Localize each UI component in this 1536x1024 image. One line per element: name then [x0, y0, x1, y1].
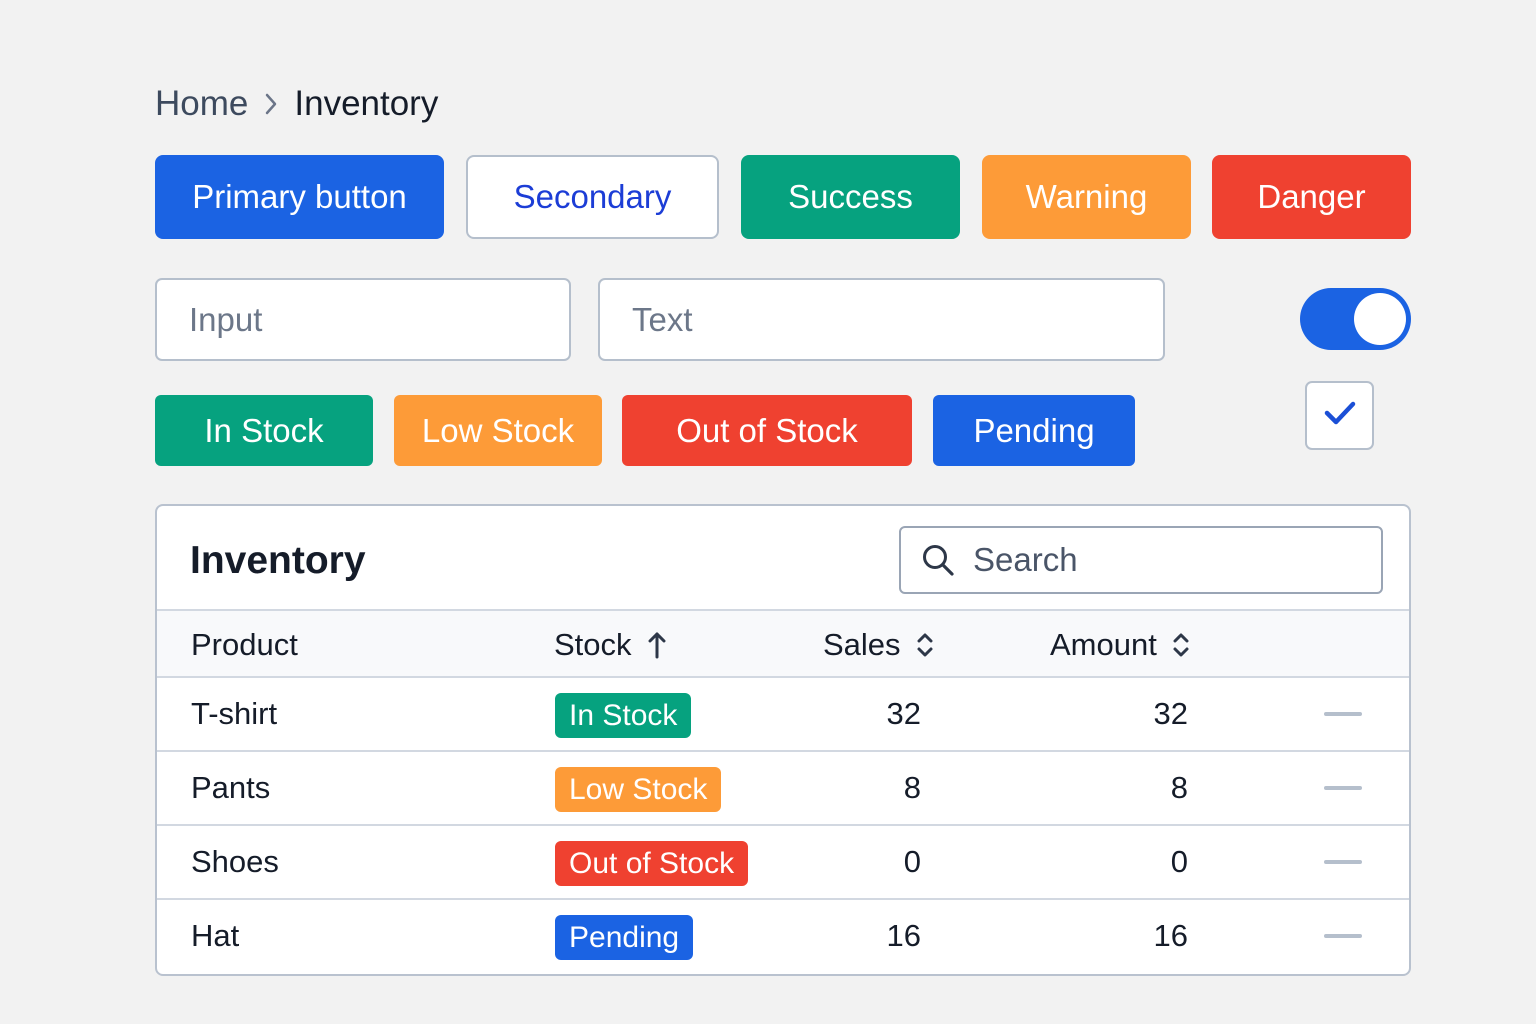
- status-badge: Low Stock: [555, 767, 722, 812]
- sales-cell: 16: [886, 918, 921, 953]
- status-chip-pending: Pending: [933, 395, 1135, 466]
- amount-cell: 0: [1170, 844, 1188, 879]
- column-header-sales[interactable]: Sales: [823, 611, 935, 678]
- chevron-right-icon: [264, 92, 278, 116]
- product-cell: Hat: [191, 918, 240, 953]
- inventory-card: Inventory Search Product Stock Sales Amo…: [155, 504, 1411, 976]
- table-header: Product Stock Sales Amount: [157, 609, 1409, 678]
- sales-cell: 8: [903, 770, 921, 805]
- product-cell: T-shirt: [191, 696, 278, 731]
- sort-icon: [917, 633, 933, 656]
- status-chip-low-stock: Low Stock: [394, 395, 602, 466]
- table-row: Shoes Out of Stock 0 0: [157, 826, 1409, 900]
- search-placeholder: Search: [973, 541, 1078, 578]
- check-icon: [1323, 399, 1357, 432]
- danger-button[interactable]: Danger: [1212, 155, 1411, 239]
- status-chip-in-stock: In Stock: [155, 395, 373, 466]
- column-header-amount[interactable]: Amount: [1050, 611, 1191, 678]
- breadcrumb-home[interactable]: Home: [155, 84, 248, 124]
- minus-icon[interactable]: [1324, 712, 1362, 716]
- card-title: Inventory: [190, 539, 366, 582]
- breadcrumb: Home Inventory: [155, 84, 438, 124]
- status-badge: Out of Stock: [555, 841, 749, 886]
- column-header-amount-label: Amount: [1050, 626, 1157, 662]
- toggle-switch[interactable]: [1300, 288, 1411, 350]
- status-badge: In Stock: [555, 693, 692, 738]
- amount-cell: 32: [1153, 696, 1188, 731]
- toggle-knob: [1354, 293, 1406, 345]
- column-header-stock[interactable]: Stock: [554, 611, 668, 678]
- amount-cell: 8: [1170, 770, 1188, 805]
- sort-icon: [1173, 633, 1189, 656]
- input-field[interactable]: [155, 278, 571, 361]
- product-cell: Pants: [191, 770, 271, 805]
- checkbox[interactable]: [1305, 381, 1374, 450]
- column-header-stock-label: Stock: [554, 626, 632, 662]
- success-button[interactable]: Success: [741, 155, 960, 239]
- status-chip-out-of-stock: Out of Stock: [622, 395, 912, 466]
- sales-cell: 32: [886, 696, 921, 731]
- minus-icon[interactable]: [1324, 786, 1362, 790]
- amount-cell: 16: [1153, 918, 1188, 953]
- breadcrumb-current: Inventory: [294, 84, 439, 123]
- minus-icon[interactable]: [1324, 934, 1362, 938]
- search-icon: [921, 543, 955, 577]
- secondary-button[interactable]: Secondary: [466, 155, 719, 239]
- primary-button[interactable]: Primary button: [155, 155, 444, 239]
- table-row: Hat Pending 16 16: [157, 900, 1409, 974]
- column-header-sales-label: Sales: [823, 626, 901, 662]
- product-cell: Shoes: [191, 844, 279, 879]
- warning-button[interactable]: Warning: [982, 155, 1191, 239]
- search-input[interactable]: Search: [899, 526, 1383, 594]
- column-header-product[interactable]: Product: [191, 611, 298, 678]
- table-row: Pants Low Stock 8 8: [157, 752, 1409, 826]
- arrow-up-icon: [648, 632, 666, 658]
- column-header-product-label: Product: [191, 626, 298, 662]
- text-field[interactable]: [598, 278, 1165, 361]
- status-badge: Pending: [555, 915, 694, 960]
- sales-cell: 0: [903, 844, 921, 879]
- table-row: T-shirt In Stock 32 32: [157, 678, 1409, 752]
- minus-icon[interactable]: [1324, 860, 1362, 864]
